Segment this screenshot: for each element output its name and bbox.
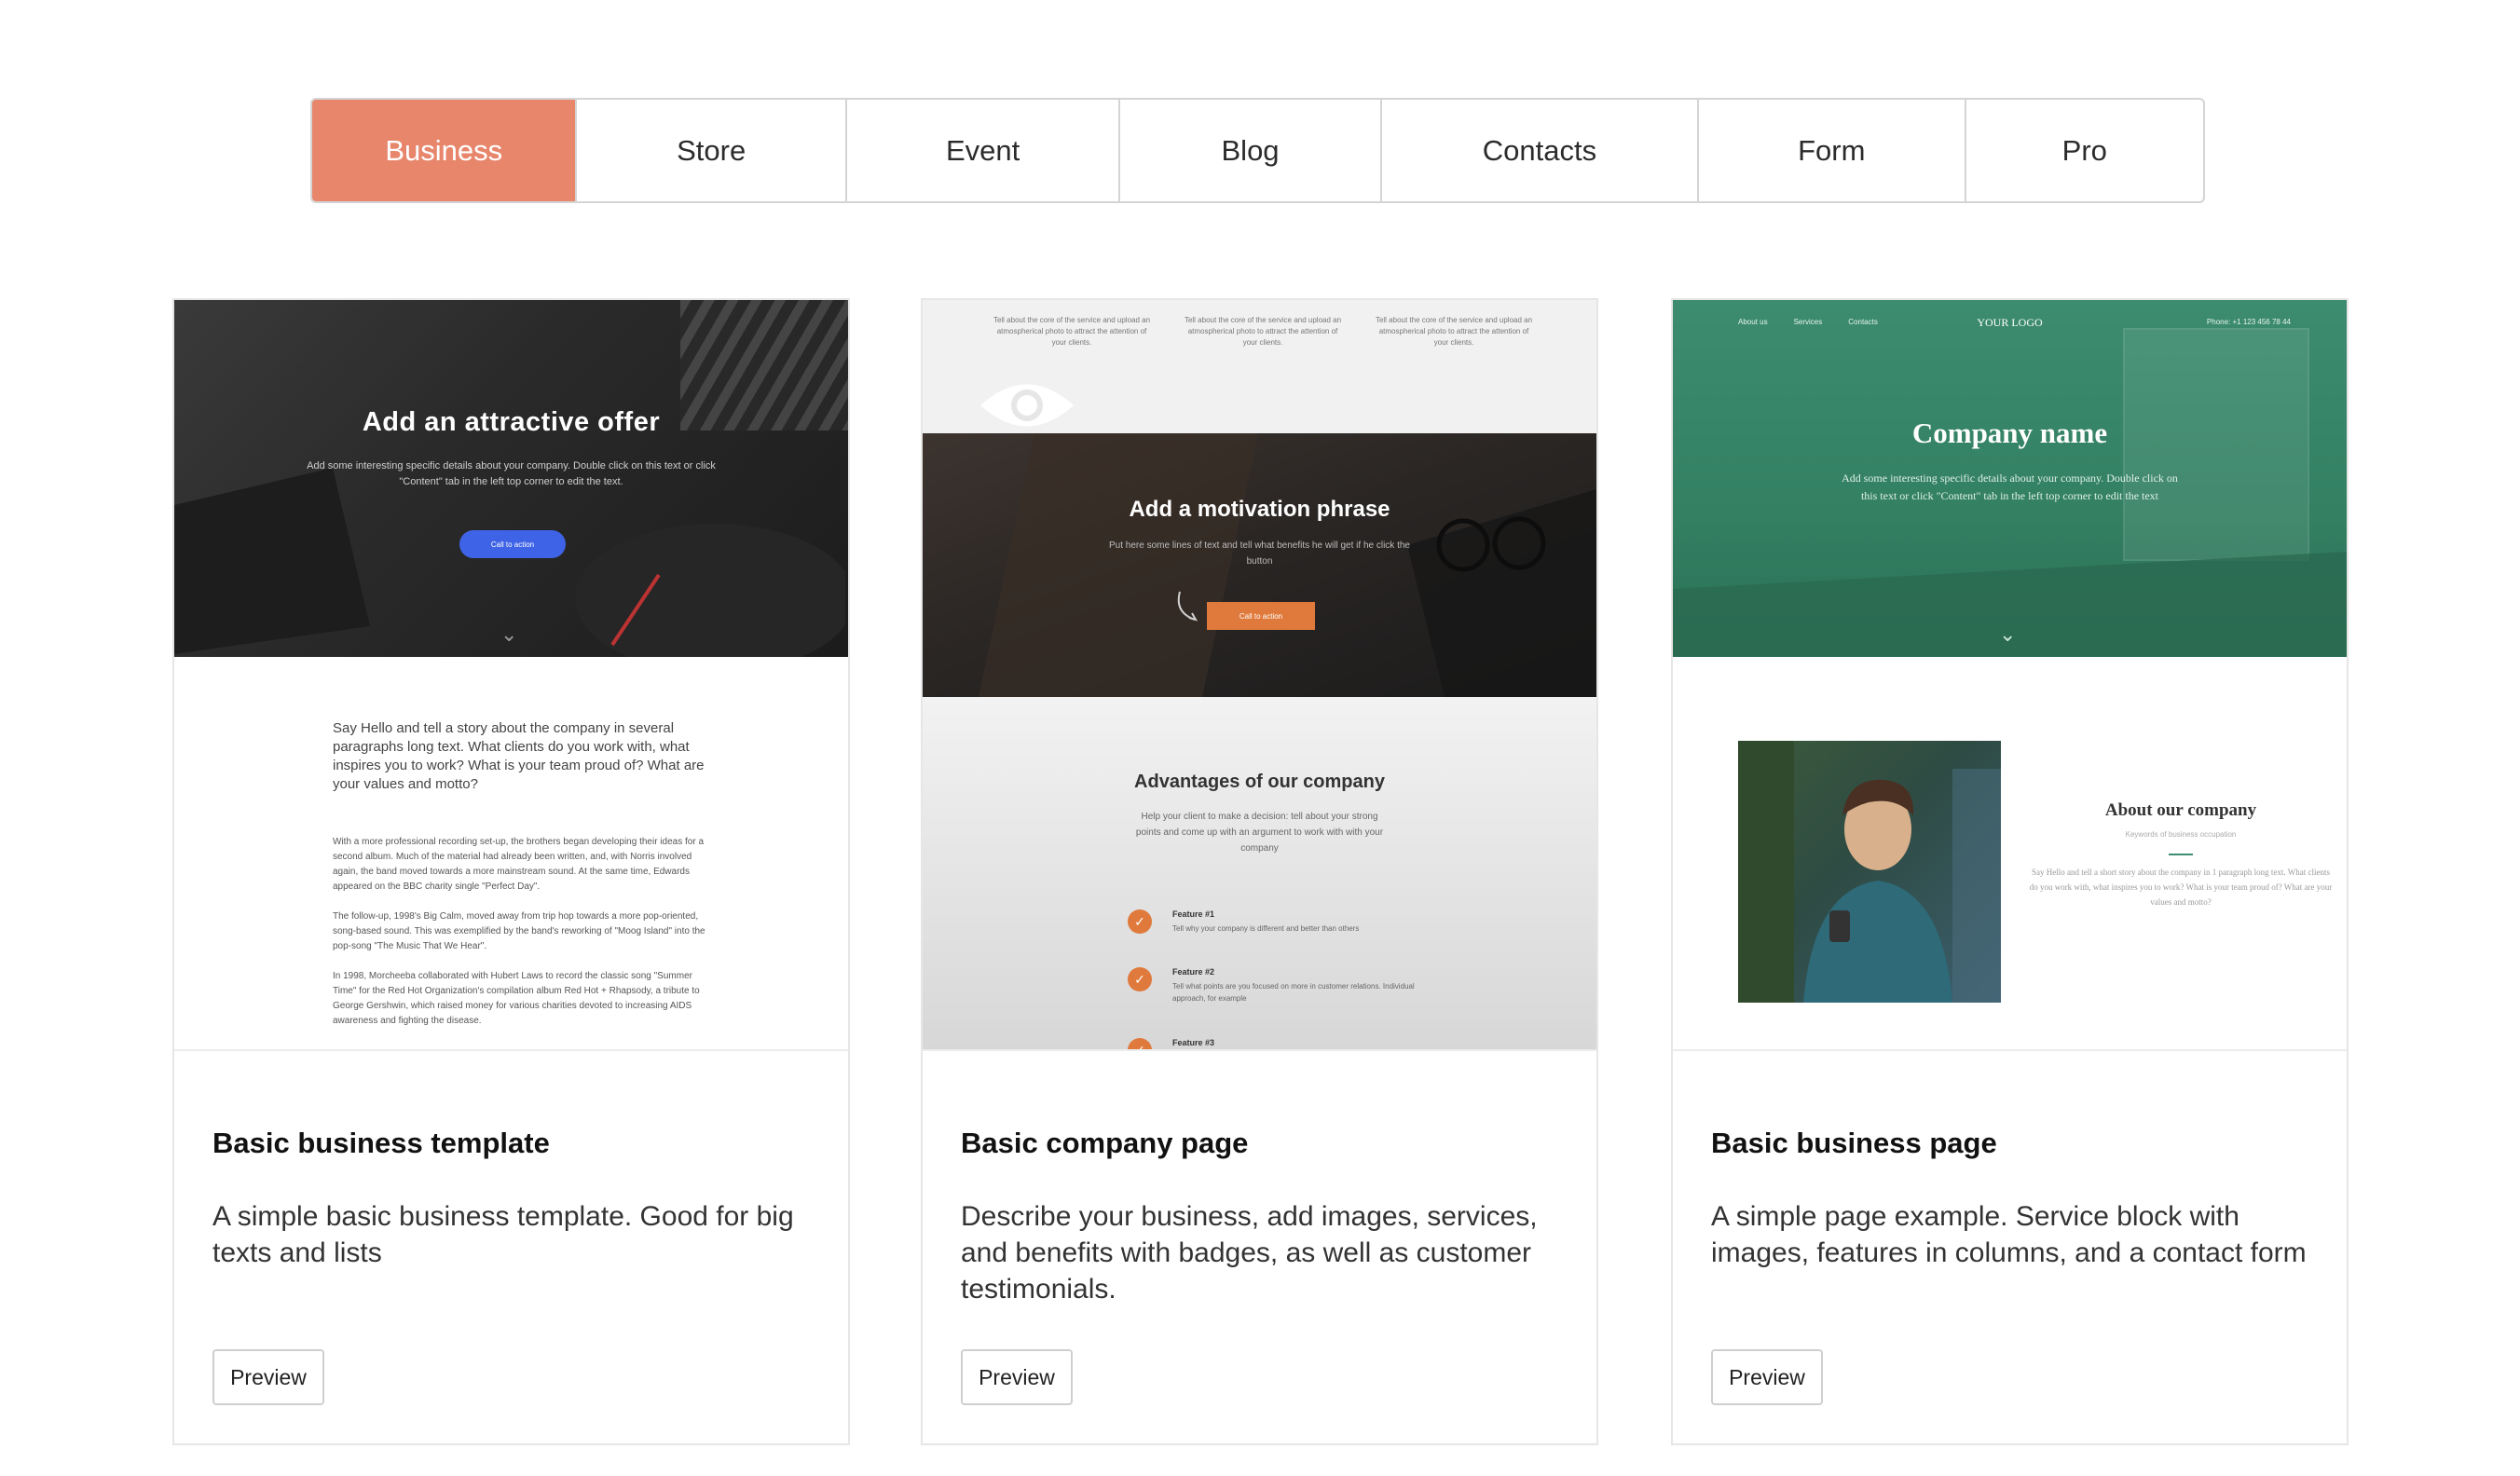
preview-cta-button: Call to action [1207,602,1315,630]
tab-event[interactable]: Event [847,100,1121,201]
eye-icon [980,384,1074,427]
template-preview-thumbnail[interactable]: About us Services Contacts YOUR LOGO Pho… [1673,300,2347,1051]
preview-hero: Add a motivation phrase Put here some li… [923,433,1596,697]
preview-cta-button: Call to action [459,530,566,558]
preview-column-text: Tell about the core of the service and u… [1184,316,1342,347]
card-description: A simple basic business template. Good f… [212,1201,794,1268]
chevron-down-icon: ⌄ [1999,622,2017,646]
template-card-basic-business-template[interactable]: Add an attractive offer Add some interes… [172,298,850,1445]
chevron-down-icon: ⌄ [500,622,518,646]
preview-advantages-title: Advantages of our company [1134,772,1385,792]
preview-button[interactable]: Preview [212,1349,324,1405]
preview-headline: Add an attractive offer [362,407,661,437]
preview-paragraph: In 1998, Morcheeba collaborated with Hub… [333,971,700,1026]
preview-paragraph: With a more professional recording set-u… [333,837,705,892]
preview-intro: Say Hello and tell a story about the com… [333,720,705,792]
preview-paragraph: The follow-up, 1998's Big Calm, moved aw… [333,911,705,951]
feature-title: Feature #1 [1172,909,1215,919]
preview-portrait-photo [1738,741,2001,1003]
preview-about-title: About our company [2104,800,2257,820]
preview-subtext: Add some interesting specific details ab… [1842,472,2178,502]
preview-advantages-section: Advantages of our company Help your clie… [923,697,1596,1049]
category-tabs: Business Store Event Blog Contacts Form … [310,98,2205,203]
writing-hand-silhouette-icon [575,524,845,657]
preview-advantages-subtext: Help your client to make a decision: tel… [1135,812,1384,854]
preview-keywords: Keywords of business occupation [2125,830,2237,839]
check-badge-icon: ✓ [1128,909,1152,934]
feature-text: Tell what points are you focused on more… [1172,982,1415,1003]
tab-form[interactable]: Form [1699,100,1966,201]
card-title: Basic company page [961,1127,1249,1159]
preview-phone: Phone: +1 123 456 78 44 [2206,318,2291,326]
preview-subtext: Put here some lines of text and tell wha… [1109,540,1410,567]
preview-text-body: Say Hello and tell a story about the com… [333,719,705,1029]
tab-store[interactable]: Store [577,100,847,201]
card-description: A simple page example. Service block wit… [1711,1201,2307,1268]
tab-business[interactable]: Business [312,100,578,201]
template-preview-thumbnail[interactable]: Tell about the core of the service and u… [923,300,1596,1051]
card-description: Describe your business, add images, serv… [961,1201,1538,1305]
feature-title: Feature #3 [1172,1038,1215,1047]
check-badge-icon: ✓ [1128,967,1152,991]
feature-text: Tell why your company is different and b… [1172,924,1360,933]
card-title: Basic business template [212,1127,550,1159]
divider [2169,854,2193,855]
tab-blog[interactable]: Blog [1120,100,1382,201]
laptop-silhouette-icon [174,468,370,654]
preview-headline: Add a motivation phrase [1129,497,1390,522]
preview-column-text: Tell about the core of the service and u… [1375,316,1533,347]
template-card-basic-business-page[interactable]: About us Services Contacts YOUR LOGO Pho… [1671,298,2349,1445]
tab-contacts[interactable]: Contacts [1382,100,1700,201]
preview-button[interactable]: Preview [961,1349,1073,1405]
tab-pro[interactable]: Pro [1966,100,2203,201]
template-preview-thumbnail[interactable]: Add an attractive offer Add some interes… [174,300,848,1051]
preview-column-text: Tell about the core of the service and u… [993,316,1151,347]
check-badge-icon: ✓ [1128,1038,1152,1049]
preview-headline: Company name [1911,417,2108,449]
curved-arrow-icon [1177,591,1198,622]
preview-about-section: About our company Keywords of business o… [2027,800,2335,909]
preview-subtext: Add some interesting specific details ab… [307,460,716,487]
preview-about-text: Say Hello and tell a short story about t… [2029,868,2333,907]
preview-hero: Add an attractive offer Add some interes… [174,300,848,657]
preview-button[interactable]: Preview [1711,1349,1823,1405]
feature-title: Feature #2 [1172,967,1215,977]
template-card-basic-company-page[interactable]: Tell about the core of the service and u… [921,298,1598,1445]
preview-hero: About us Services Contacts YOUR LOGO Pho… [1673,300,2347,657]
woman-portrait-icon [1738,741,2001,1003]
card-title: Basic business page [1711,1127,1997,1159]
